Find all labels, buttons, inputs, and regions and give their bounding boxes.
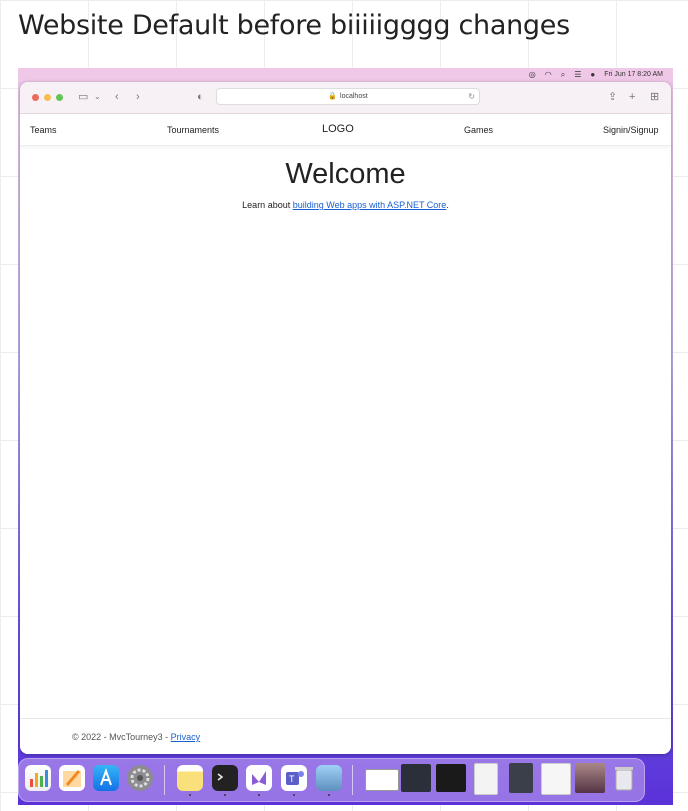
address-text: localhost [340,93,368,100]
desktop-screenshot: ◎ ◠ ⌕ ☰ ● Fri Jun 17 8:20 AM ▭ ⌄ ‹ › ◐ 🔒… [18,68,673,805]
forward-icon[interactable]: › [136,89,140,105]
site-logo[interactable]: LOGO [322,123,354,135]
window-thumbnail-4[interactable] [474,763,498,795]
window-thumbnail-7[interactable] [575,763,605,793]
running-indicator [224,794,226,796]
svg-text:T: T [289,774,295,784]
creative-cloud-icon[interactable]: ◎ [529,70,536,79]
back-icon[interactable]: ‹ [115,89,119,105]
window-thumbnail-5[interactable] [509,763,533,793]
running-indicator [328,794,330,796]
site-navbar: Teams Tournaments LOGO Games Signin/Sign… [20,114,671,146]
control-center-icon[interactable]: ☰ [574,70,581,79]
pages-icon[interactable] [59,765,85,791]
visual-studio-icon[interactable] [246,765,272,791]
system-preferences-icon[interactable] [127,765,153,791]
teams-icon[interactable]: T [281,765,307,791]
nav-signin-link[interactable]: Signin/Signup [603,125,659,135]
learn-about-text: Learn about building Web apps with ASP.N… [20,200,671,210]
running-indicator [189,794,191,796]
wifi-icon[interactable]: ◠ [545,70,552,79]
window-thumbnail-3[interactable] [436,764,466,792]
new-tab-icon[interactable]: + [629,89,635,105]
dock-separator [164,765,165,795]
chevron-down-icon[interactable]: ⌄ [94,89,101,105]
numbers-icon[interactable] [25,765,51,791]
learn-suffix: . [446,200,449,210]
trash-icon[interactable] [613,764,635,792]
board-title: Website Default before biiiiigggg change… [18,10,570,41]
reload-icon[interactable]: ↻ [468,89,475,104]
notes-icon[interactable] [177,765,203,791]
mac-menubar: ◎ ◠ ⌕ ☰ ● Fri Jun 17 8:20 AM [18,68,673,81]
siri-icon[interactable]: ● [590,70,595,79]
menubar-datetime[interactable]: Fri Jun 17 8:20 AM [604,71,663,78]
window-thumbnail-2[interactable] [401,764,431,792]
window-thumbnail-6[interactable] [541,763,571,795]
nav-games-link[interactable]: Games [464,125,493,135]
app-store-icon[interactable] [93,765,119,791]
preview-icon[interactable] [316,765,342,791]
page-heading: Welcome [285,158,406,190]
fullscreen-window-button[interactable] [56,94,63,101]
footer-copyright: © 2022 - MvcTourney3 - [72,732,171,742]
safari-window: ▭ ⌄ ‹ › ◐ 🔒 localhost ↻ ⇪ + ⊞ Teams Tourn… [20,82,671,754]
privacy-shield-icon[interactable]: ◐ [197,89,204,105]
nav-tournaments-link[interactable]: Tournaments [167,125,219,135]
tab-overview-icon[interactable]: ⊞ [650,89,659,105]
window-thumbnail-1[interactable] [365,769,399,791]
share-icon[interactable]: ⇪ [608,89,617,105]
lock-icon: 🔒 [328,93,338,100]
safari-toolbar: ▭ ⌄ ‹ › ◐ 🔒 localhost ↻ ⇪ + ⊞ [20,82,671,114]
nav-teams-link[interactable]: Teams [30,125,57,135]
search-icon[interactable]: ⌕ [561,70,565,79]
dock-separator [352,765,353,795]
sidebar-toggle-icon[interactable]: ▭ [78,89,88,105]
running-indicator [293,794,295,796]
close-window-button[interactable] [32,94,39,101]
learn-prefix: Learn about [242,200,293,210]
address-bar[interactable]: 🔒 localhost ↻ [216,88,480,105]
running-indicator [258,794,260,796]
site-footer: © 2022 - MvcTourney3 - Privacy [20,718,671,754]
privacy-link[interactable]: Privacy [171,732,201,742]
terminal-icon[interactable] [212,765,238,791]
mac-dock: T [18,758,645,802]
aspnet-docs-link[interactable]: building Web apps with ASP.NET Core [293,200,447,210]
minimize-window-button[interactable] [44,94,51,101]
